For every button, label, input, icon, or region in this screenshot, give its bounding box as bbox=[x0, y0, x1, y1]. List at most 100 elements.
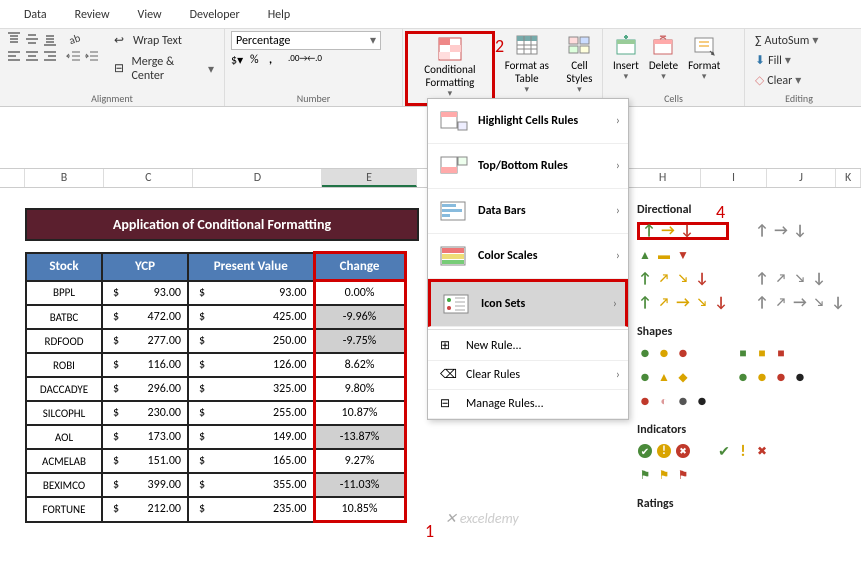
table-cell-change[interactable]: -11.03% bbox=[314, 473, 405, 497]
align-top-icon[interactable] bbox=[6, 31, 22, 47]
table-cell-pv[interactable]: $149.00 bbox=[188, 425, 314, 449]
menu-new-rule[interactable]: ⊞New Rule... bbox=[428, 332, 628, 361]
menu-help[interactable]: Help bbox=[254, 4, 305, 26]
table-cell-stock[interactable]: BEXIMCO bbox=[26, 473, 102, 497]
indent-decrease-icon[interactable] bbox=[66, 49, 82, 65]
table-cell-ycp[interactable]: $151.00 bbox=[102, 449, 188, 473]
iconset-3traffic-rimmed[interactable] bbox=[735, 344, 808, 362]
header-pv[interactable]: Present Value bbox=[188, 253, 314, 281]
menu-clear-rules[interactable]: ⌫Clear Rules› bbox=[428, 361, 628, 390]
align-middle-icon[interactable] bbox=[24, 31, 40, 47]
iconset-3signs[interactable] bbox=[637, 368, 710, 386]
table-cell-stock[interactable]: DACCADYE bbox=[26, 377, 102, 401]
col-c[interactable]: C bbox=[104, 169, 193, 187]
table-cell-change[interactable]: 10.87% bbox=[314, 401, 405, 425]
iconset-3symbols[interactable] bbox=[716, 442, 770, 460]
table-cell-pv[interactable]: $325.00 bbox=[188, 377, 314, 401]
table-cell-stock[interactable]: ACMELAB bbox=[26, 449, 102, 473]
format-button[interactable]: Format▾ bbox=[684, 31, 724, 85]
delete-button[interactable]: Delete▾ bbox=[645, 31, 682, 85]
menu-highlight-cells[interactable]: Highlight Cells Rules› bbox=[428, 99, 628, 144]
iconset-5arrows-gray[interactable] bbox=[754, 294, 846, 312]
col-j[interactable]: J bbox=[767, 169, 836, 187]
align-right-icon[interactable] bbox=[42, 49, 58, 65]
table-cell-pv[interactable]: $165.00 bbox=[188, 449, 314, 473]
table-cell-ycp[interactable]: $296.00 bbox=[102, 377, 188, 401]
header-ycp[interactable]: YCP bbox=[102, 253, 188, 281]
table-cell-ycp[interactable]: $93.00 bbox=[102, 281, 188, 306]
table-cell-ycp[interactable]: $116.00 bbox=[102, 353, 188, 377]
accounting-format-icon[interactable]: $▾ bbox=[231, 53, 247, 69]
iconset-5arrows-color[interactable] bbox=[637, 294, 729, 312]
menu-developer[interactable]: Developer bbox=[176, 4, 254, 26]
table-cell-stock[interactable]: AOL bbox=[26, 425, 102, 449]
table-cell-ycp[interactable]: $230.00 bbox=[102, 401, 188, 425]
iconset-3arrows-gray[interactable] bbox=[754, 222, 846, 240]
table-cell-stock[interactable]: SILCOPHL bbox=[26, 401, 102, 425]
iconset-3traffic[interactable] bbox=[637, 344, 710, 362]
number-format-select[interactable]: Percentage▾ bbox=[231, 31, 381, 50]
table-cell-change[interactable]: 10.85% bbox=[314, 497, 405, 522]
table-cell-stock[interactable]: FORTUNE bbox=[26, 497, 102, 522]
fill-button[interactable]: ⬇Fill▾ bbox=[751, 51, 795, 70]
iconset-3symbols-circled[interactable] bbox=[637, 442, 691, 460]
table-cell-stock[interactable]: BATBC bbox=[26, 305, 102, 329]
conditional-formatting-button[interactable]: Conditional Formatting▾ bbox=[405, 31, 495, 106]
table-cell-ycp[interactable]: $212.00 bbox=[102, 497, 188, 522]
table-cell-pv[interactable]: $425.00 bbox=[188, 305, 314, 329]
header-stock[interactable]: Stock bbox=[26, 253, 102, 281]
menu-review[interactable]: Review bbox=[61, 4, 124, 26]
wrap-text-button[interactable]: ↩Wrap Text bbox=[110, 31, 218, 51]
table-cell-stock[interactable]: BPPL bbox=[26, 281, 102, 306]
iconset-4arrows-gray[interactable] bbox=[754, 270, 846, 288]
iconset-3triangles[interactable] bbox=[637, 246, 729, 264]
table-cell-ycp[interactable]: $472.00 bbox=[102, 305, 188, 329]
table-cell-pv[interactable]: $235.00 bbox=[188, 497, 314, 522]
clear-button[interactable]: ◇Clear▾ bbox=[751, 71, 805, 90]
menu-icon-sets[interactable]: Icon Sets› bbox=[428, 279, 628, 327]
col-k[interactable]: K bbox=[836, 169, 861, 187]
table-cell-change[interactable]: -9.75% bbox=[314, 329, 405, 353]
table-cell-ycp[interactable]: $277.00 bbox=[102, 329, 188, 353]
orientation-icon[interactable]: ab bbox=[66, 31, 82, 47]
table-cell-pv[interactable]: $355.00 bbox=[188, 473, 314, 497]
table-cell-pv[interactable]: $255.00 bbox=[188, 401, 314, 425]
table-cell-ycp[interactable]: $173.00 bbox=[102, 425, 188, 449]
col-h[interactable]: H bbox=[624, 169, 701, 187]
iconset-4traffic[interactable] bbox=[735, 368, 808, 386]
menu-manage-rules[interactable]: ⊟Manage Rules... bbox=[428, 390, 628, 419]
menu-top-bottom[interactable]: Top/Bottom Rules› bbox=[428, 144, 628, 189]
iconset-4arrows-color[interactable] bbox=[637, 270, 729, 288]
indent-increase-icon[interactable] bbox=[84, 49, 100, 65]
col-d[interactable]: D bbox=[193, 169, 322, 187]
table-cell-change[interactable]: 0.00% bbox=[314, 281, 405, 306]
merge-center-button[interactable]: ⊟Merge & Center▾ bbox=[110, 53, 218, 85]
increase-decimal-icon[interactable]: .00→ bbox=[288, 53, 304, 69]
align-bottom-icon[interactable] bbox=[42, 31, 58, 47]
table-cell-ycp[interactable]: $399.00 bbox=[102, 473, 188, 497]
col-e[interactable]: E bbox=[322, 169, 416, 187]
percent-icon[interactable]: % bbox=[250, 53, 266, 69]
iconset-3arrows-color[interactable] bbox=[637, 222, 729, 240]
insert-button[interactable]: Insert▾ bbox=[609, 31, 643, 85]
decrease-decimal-icon[interactable]: ←.0 bbox=[307, 53, 323, 69]
menu-data[interactable]: Data bbox=[10, 4, 61, 26]
autosum-button[interactable]: ∑AutoSum▾ bbox=[751, 31, 822, 50]
menu-data-bars[interactable]: Data Bars› bbox=[428, 189, 628, 234]
table-cell-pv[interactable]: $93.00 bbox=[188, 281, 314, 306]
table-cell-pv[interactable]: $250.00 bbox=[188, 329, 314, 353]
format-as-table-button[interactable]: Format as Table▾ bbox=[497, 31, 557, 98]
table-cell-change[interactable]: 9.80% bbox=[314, 377, 405, 401]
iconset-4redblack[interactable]: ◐ bbox=[637, 392, 710, 410]
table-cell-pv[interactable]: $126.00 bbox=[188, 353, 314, 377]
col-b[interactable]: B bbox=[25, 169, 104, 187]
table-cell-change[interactable]: -9.96% bbox=[314, 305, 405, 329]
iconset-3flags[interactable] bbox=[637, 466, 691, 484]
cell-styles-button[interactable]: Cell Styles▾ bbox=[559, 31, 600, 98]
menu-view[interactable]: View bbox=[124, 4, 176, 26]
table-cell-change[interactable]: 9.27% bbox=[314, 449, 405, 473]
table-cell-stock[interactable]: ROBI bbox=[26, 353, 102, 377]
align-left-icon[interactable] bbox=[6, 49, 22, 65]
col-i[interactable]: I bbox=[701, 169, 766, 187]
align-center-icon[interactable] bbox=[24, 49, 40, 65]
